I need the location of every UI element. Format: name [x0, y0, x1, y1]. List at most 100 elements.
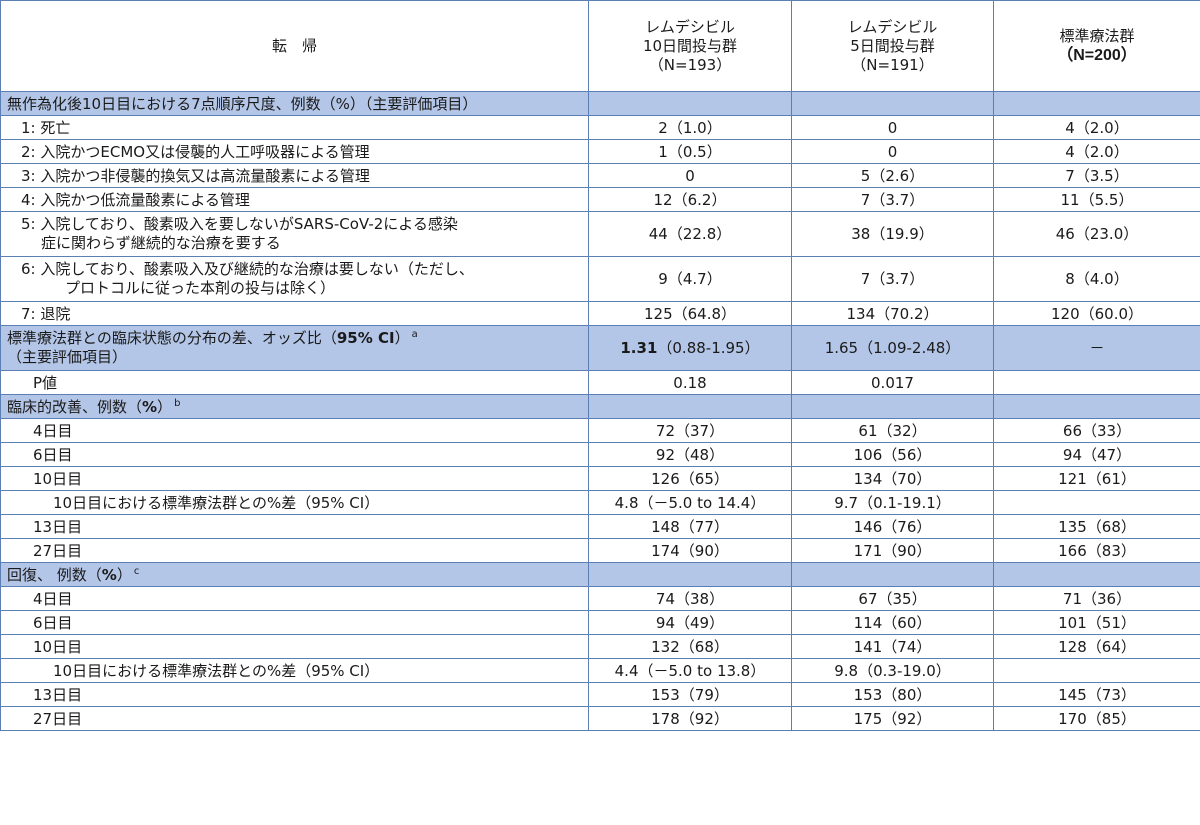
table-row: 6日目 92（48） 106（56） 94（47） [0, 442, 1200, 467]
cell-5day: 9.8（0.3-19.0） [791, 658, 994, 683]
cell-standard: 121（61） [993, 466, 1200, 491]
cell-5day: 134（70） [791, 466, 994, 491]
label-text: 臨床的改善、例数（ [7, 397, 143, 416]
row-label: 27日目 [0, 706, 589, 731]
row-label: 5: 入院しており、酸素吸入を要しないがSARS-CoV-2による感染 症に関わ… [0, 211, 589, 257]
cell-5day: 7（3.7） [791, 187, 994, 212]
cell-5day: 0.017 [791, 370, 994, 395]
table-row: 27日目 174（90） 171（90） 166（83） [0, 538, 1200, 563]
cell-standard: 11（5.5） [993, 187, 1200, 212]
cell-10day: 94（49） [588, 610, 792, 635]
header-line: （N=191） [851, 55, 934, 74]
label-text: 回復、 例数（ [7, 565, 102, 584]
section-label: 回復、 例数（%） c [0, 562, 589, 587]
row-label: 27日目 [0, 538, 589, 563]
cell-5day: 141（74） [791, 634, 994, 659]
cell-10day: 153（79） [588, 682, 792, 707]
cell-standard: 4（2.0） [993, 139, 1200, 164]
cell-5day: 0 [791, 139, 994, 164]
value-text: （0.88-1.95） [657, 339, 760, 357]
cell-10day: 1（0.5） [588, 139, 792, 164]
cell-5day: 175（92） [791, 706, 994, 731]
table-row: 10日目 126（65） 134（70） 121（61） [0, 466, 1200, 491]
cell-standard: 120（60.0） [993, 301, 1200, 326]
cell-standard: 145（73） [993, 682, 1200, 707]
label-text: ） [116, 565, 132, 584]
footnote-marker: a [411, 329, 418, 340]
cell-5day: 38（19.9） [791, 211, 994, 257]
odds-ratio-label: 標準療法群との臨床状態の分布の差、オッズ比（95% CI） a （主要評価項目） [0, 325, 589, 371]
empty-cell [588, 91, 792, 116]
label-text: ） [394, 329, 410, 347]
row-label: 10日目における標準療法群との%差（95% CI） [0, 490, 589, 515]
cell-standard: 4（2.0） [993, 115, 1200, 140]
cell-standard: 7（3.5） [993, 163, 1200, 188]
cell-10day: 2（1.0） [588, 115, 792, 140]
cell-10day: 74（38） [588, 586, 792, 611]
cell-5day: 5（2.6） [791, 163, 994, 188]
cell-5day: 1.65（1.09-2.48） [791, 325, 994, 371]
header-line: 標準療法群 [1059, 27, 1135, 45]
table-row: 6: 入院しており、酸素吸入及び継続的な治療は要しない（ただし、 プロトコルに従… [0, 256, 1200, 302]
value-emphasis: 1.31 [620, 339, 658, 357]
cell-5day: 106（56） [791, 442, 994, 467]
cell-5day: 61（32） [791, 418, 994, 443]
header-line: レムデシビル [645, 17, 735, 36]
cell-5day: 134（70.2） [791, 301, 994, 326]
cell-10day: 178（92） [588, 706, 792, 731]
cell-standard: 46（23.0） [993, 211, 1200, 257]
section-clinical-improvement: 臨床的改善、例数（%） b [0, 394, 1200, 419]
cell-10day: 126（65） [588, 466, 792, 491]
row-label: 6日目 [0, 610, 589, 635]
cell-5day: 7（3.7） [791, 256, 994, 302]
empty-cell [791, 91, 994, 116]
table-row: 13日目 148（77） 146（76） 135（68） [0, 514, 1200, 539]
header-line: 10日間投与群 [642, 36, 738, 55]
header-standard-care: 標準療法群 （N=200） [993, 0, 1200, 92]
section-recovery: 回復、 例数（%） c [0, 562, 1200, 587]
cell-10day: 174（90） [588, 538, 792, 563]
cell-10day: 44（22.8） [588, 211, 792, 257]
empty-cell [791, 394, 994, 419]
row-label: 10日目 [0, 466, 589, 491]
cell-10day: 72（37） [588, 418, 792, 443]
cell-5day: 171（90） [791, 538, 994, 563]
cell-10day: 12（6.2） [588, 187, 792, 212]
header-line: レムデシビル [847, 17, 938, 36]
cell-standard: － [993, 325, 1200, 371]
cell-5day: 146（76） [791, 514, 994, 539]
row-label-line: 標準療法群との臨床状態の分布の差、オッズ比（95% CI） a [7, 329, 582, 348]
row-label-line: 5: 入院しており、酸素吸入を要しないがSARS-CoV-2による感染 [21, 215, 458, 233]
row-label: 6: 入院しており、酸素吸入及び継続的な治療は要しない（ただし、 プロトコルに従… [0, 256, 589, 302]
row-label-line: 6: 入院しており、酸素吸入及び継続的な治療は要しない（ただし、 [21, 260, 474, 278]
row-label: 1: 死亡 [0, 115, 589, 140]
row-label-line: 症に関わらず継続的な治療を要する [41, 234, 281, 252]
table-row: 4: 入院かつ低流量酸素による管理 12（6.2） 7（3.7） 11（5.5） [0, 187, 1200, 212]
footnote-marker: c [133, 565, 140, 577]
row-label-line: プロトコルに従った本剤の投与は除く） [65, 279, 336, 297]
row-label: 4日目 [0, 418, 589, 443]
row-label: 6日目 [0, 442, 589, 467]
table-row: 3: 入院かつ非侵襲的換気又は高流量酸素による管理 0 5（2.6） 7（3.5… [0, 163, 1200, 188]
cell-standard [993, 370, 1200, 395]
row-label: 13日目 [0, 682, 589, 707]
label-text: 標準療法群との臨床状態の分布の差、オッズ比（ [7, 329, 337, 347]
cell-10day: 0.18 [588, 370, 792, 395]
label-emphasis: % [142, 397, 158, 416]
cell-standard: 128（64） [993, 634, 1200, 659]
table-row: 6日目 94（49） 114（60） 101（51） [0, 610, 1200, 635]
empty-cell [791, 562, 994, 587]
row-label: 4日目 [0, 586, 589, 611]
cell-5day: 9.7（0.1-19.1） [791, 490, 994, 515]
table-row: 13日目 153（79） 153（80） 145（73） [0, 682, 1200, 707]
cell-5day: 67（35） [791, 586, 994, 611]
cell-standard: 101（51） [993, 610, 1200, 635]
cell-10day: 4.4（－5.0 to 13.8） [588, 658, 792, 683]
table-row: 10日目における標準療法群との%差（95% CI） 4.8（－5.0 to 14… [0, 490, 1200, 515]
row-label: 2: 入院かつECMO又は侵襲的人工呼吸器による管理 [0, 139, 589, 164]
header-line: （N=200） [1057, 47, 1137, 64]
outcome-table: 転 帰 レムデシビル 10日間投与群 （N=193） レムデシビル 5日間投与群… [0, 0, 1200, 731]
empty-cell [588, 394, 792, 419]
row-label: 10日目における標準療法群との%差（95% CI） [0, 658, 589, 683]
cell-10day: 1.31（0.88-1.95） [588, 325, 792, 371]
